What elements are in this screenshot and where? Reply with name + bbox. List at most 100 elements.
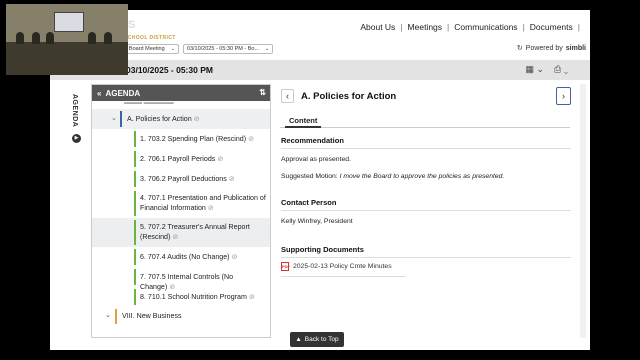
video-feed[interactable]	[6, 4, 128, 75]
agenda-header: « AGENDA ⇅	[92, 85, 270, 101]
divider	[281, 148, 571, 149]
agenda-item-label: 6. 707.4 Audits (No Change) ⊘	[140, 253, 238, 261]
arrow-up-icon: ▲	[295, 336, 302, 343]
nav-communications[interactable]: Communications	[454, 22, 517, 32]
print-icon[interactable]: ⎙ ⌄	[554, 64, 568, 75]
tab-content[interactable]: Content	[285, 114, 322, 128]
attachment-icon: ⊘	[248, 294, 255, 301]
nav-separator: |	[400, 22, 403, 32]
agenda-item-label: 4. 707.1 Presentation and Publication of…	[140, 194, 266, 212]
agenda-section-policies[interactable]: ⌄ A. Policies for Action ⊘	[92, 109, 270, 129]
agenda-item-label: 8. 710.1 School Nutrition Program ⊘	[140, 293, 255, 301]
meeting-type-value: Board Meeting	[128, 46, 165, 52]
item-indicator	[134, 131, 136, 147]
suggested-motion: Suggested Motion: I move the Board to ap…	[281, 173, 504, 180]
top-navigation: About Us | Meetings | Communications | D…	[360, 22, 580, 32]
play-icon[interactable]: ▶	[72, 134, 81, 143]
divider	[281, 210, 571, 211]
video-desk	[6, 42, 128, 75]
powered-by: ↻ Powered by simbli	[516, 44, 586, 53]
agenda-item-label: 5. 707.2 Treasurer's Annual Report (Resc…	[140, 223, 250, 241]
next-item-button[interactable]: ›	[556, 87, 571, 105]
detail-title: A. Policies for Action	[301, 91, 397, 102]
agenda-item[interactable]: 1. 703.2 Spending Plan (Rescind) ⊘	[92, 129, 270, 149]
agenda-item-label: 3. 706.2 Payroll Deductions ⊘	[140, 175, 235, 183]
agenda-side-tab[interactable]: AGENDA ▶	[70, 86, 83, 348]
item-indicator	[134, 191, 136, 216]
meeting-type-select[interactable]: Board Meeting ⌄	[124, 44, 179, 54]
meeting-bar: 03/10/2025 - 05:30 PM ▦ ⌄ ⎙ ⌄	[50, 60, 590, 80]
item-indicator	[134, 249, 136, 265]
chevron-down-icon: ⌄	[111, 115, 117, 122]
item-indicator	[134, 171, 136, 187]
app-window: S SCHOOL DISTRICT About Us | Meetings | …	[50, 10, 590, 350]
meeting-date-title: 03/10/2025 - 05:30 PM	[126, 65, 213, 75]
back-to-top-label: Back to Top	[304, 336, 339, 343]
supporting-doc-link[interactable]: PDF 2025-02-13 Policy Cmte Minutes	[281, 262, 392, 271]
attachment-icon: ⊘	[207, 205, 214, 212]
previous-item-button[interactable]: ‹	[281, 89, 294, 103]
expand-toggle-icon[interactable]: ⇅	[259, 88, 266, 97]
nav-separator: |	[577, 22, 580, 32]
attachment-icon: ⊘	[217, 156, 224, 163]
agenda-item-label: 2. 706.1 Payroll Periods ⊘	[140, 155, 224, 163]
divider	[281, 257, 571, 258]
item-detail-panel: ‹ A. Policies for Action › Content Recom…	[276, 84, 576, 338]
attachment-icon: ⊘	[248, 136, 254, 143]
video-person	[104, 32, 112, 44]
simbli-logo-icon: ↻	[516, 45, 523, 52]
video-person	[88, 32, 96, 44]
meeting-tools: ▦ ⌄ ⎙ ⌄	[526, 64, 569, 75]
scrollbar[interactable]	[580, 84, 586, 338]
recommendation-heading: Recommendation	[281, 136, 344, 145]
motion-label: Suggested Motion:	[281, 173, 340, 180]
detail-tabs: Content	[280, 114, 570, 128]
nav-about-us[interactable]: About Us	[360, 22, 395, 32]
agenda-item[interactable]: 7. 707.5 Internal Controls (No Change) ⊘	[92, 267, 270, 291]
video-person	[16, 32, 24, 44]
motion-text: I move the Board to approve the policies…	[339, 173, 505, 180]
divider	[281, 276, 406, 277]
nav-separator: |	[522, 22, 525, 32]
nav-meetings[interactable]: Meetings	[408, 22, 443, 32]
nav-separator: |	[447, 22, 450, 32]
video-person	[32, 32, 40, 44]
meeting-selectors: g › Board Meeting ⌄ 03/10/2025 - 05:30 P…	[112, 44, 274, 54]
calendar-icon[interactable]: ▦ ⌄	[526, 64, 545, 75]
attachment-icon: ⊘	[228, 176, 235, 183]
contact-text: Kelly Winfrey, President	[281, 218, 353, 225]
agenda-list: ▬▬▬ ▬▬▬▬▬ ⌄ A. Policies for Action ⊘ 1. 7…	[92, 101, 270, 326]
back-to-top-button[interactable]: ▲ Back to Top	[290, 332, 344, 347]
agenda-title: AGENDA	[105, 88, 141, 98]
meeting-date-select[interactable]: 03/10/2025 - 05:30 PM - Bo... ⌄	[182, 44, 274, 54]
pdf-icon: PDF	[281, 262, 290, 271]
agenda-item[interactable]: 3. 706.2 Payroll Deductions ⊘	[92, 169, 270, 189]
agenda-item-hovered[interactable]: 5. 707.2 Treasurer's Annual Report (Resc…	[92, 218, 270, 247]
side-tab-label: AGENDA	[71, 94, 78, 128]
agenda-item[interactable]: 8. 710.1 School Nutrition Program ⊘	[92, 287, 270, 307]
item-indicator	[134, 151, 136, 167]
contact-heading: Contact Person	[281, 198, 337, 207]
district-logo: S	[128, 19, 136, 31]
site-header: S SCHOOL DISTRICT About Us | Meetings | …	[50, 10, 590, 58]
agenda-item-label: 1. 703.2 Spending Plan (Rescind) ⊘	[140, 135, 254, 143]
nav-documents[interactable]: Documents	[530, 22, 573, 32]
supporting-docs-heading: Supporting Documents	[281, 245, 364, 254]
agenda-section-label: A. Policies for Action ⊘	[127, 115, 200, 123]
agenda-section-label: VIII. New Business	[122, 312, 182, 320]
agenda-section-new-business[interactable]: ⌄ VIII. New Business	[92, 307, 270, 326]
chevron-down-icon: ⌄	[170, 46, 175, 52]
agenda-item[interactable]: 6. 707.4 Audits (No Change) ⊘	[92, 247, 270, 267]
agenda-item[interactable]: 4. 707.1 Presentation and Publication of…	[92, 189, 270, 218]
video-screen	[54, 12, 84, 32]
chevron-down-icon: ⌄	[105, 312, 111, 319]
attachment-icon: ⊘	[231, 254, 238, 261]
item-indicator	[134, 220, 136, 245]
detail-header: ‹ A. Policies for Action ›	[276, 84, 576, 108]
section-indicator	[120, 111, 122, 127]
supporting-doc-name: 2025-02-13 Policy Cmte Minutes	[293, 263, 392, 270]
collapse-icon[interactable]: «	[97, 89, 101, 98]
powered-by-label: Powered by	[525, 44, 563, 52]
agenda-item[interactable]: 2. 706.1 Payroll Periods ⊘	[92, 149, 270, 169]
recommendation-text: Approval as presented.	[281, 156, 351, 163]
